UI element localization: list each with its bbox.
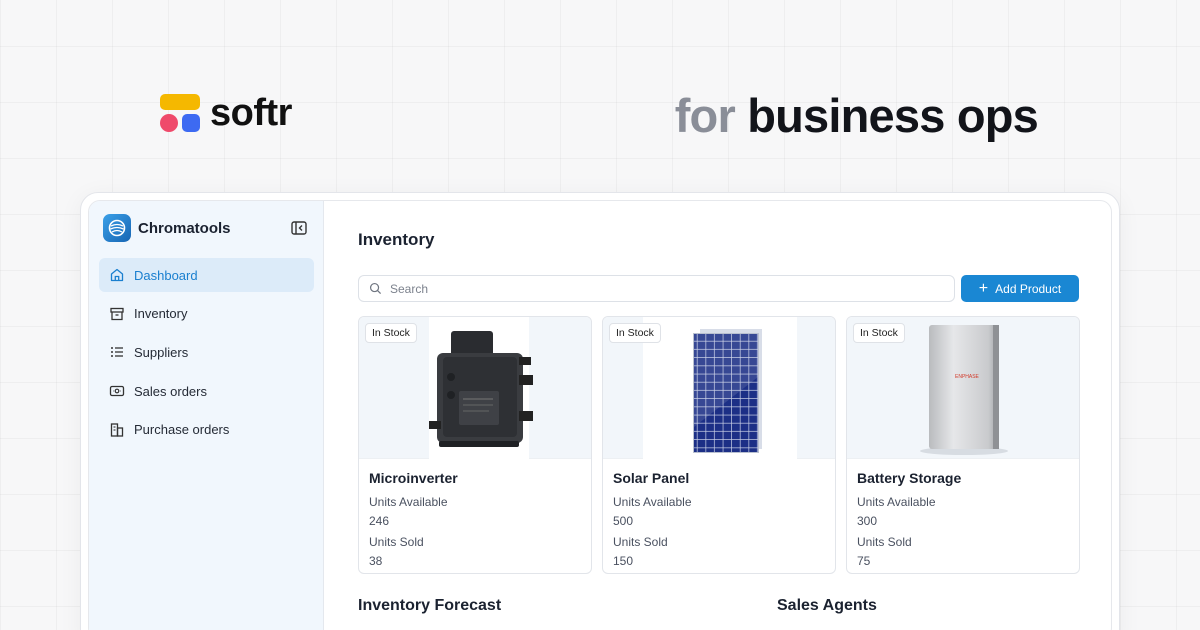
sidebar-item-inventory[interactable]: Inventory: [99, 297, 314, 331]
battery-image: ENPHASE In Stock: [847, 317, 1079, 459]
main-content: Inventory + Add Product: [324, 201, 1111, 630]
buildings-icon: [110, 423, 124, 437]
product-name: Battery Storage: [857, 470, 962, 486]
battery-brand-text: ENPHASE: [955, 374, 980, 380]
units-available-label: Units Available: [613, 495, 692, 509]
plus-icon: +: [978, 279, 989, 297]
units-sold-value: 150: [613, 554, 634, 568]
product-name: Solar Panel: [613, 470, 690, 486]
units-sold-value: 75: [857, 554, 871, 568]
app-name: Chromatools: [138, 219, 231, 237]
units-sold-value: 38: [369, 554, 383, 568]
units-available-value: 500: [613, 514, 634, 528]
softr-logo-icon: [160, 93, 200, 134]
sidebar-item-dashboard[interactable]: Dashboard: [99, 258, 314, 292]
add-product-label: Add Product: [995, 281, 1062, 296]
status-badge: In Stock: [853, 323, 905, 343]
app-window: Chromatools Dashboard Inventory Supplier…: [88, 200, 1112, 630]
tagline-prefix: for: [674, 89, 736, 142]
collapse-sidebar-icon[interactable]: [290, 219, 308, 237]
tagline: for business ops: [674, 88, 1039, 143]
units-available-value: 300: [857, 514, 878, 528]
product-name: Microinverter: [369, 470, 458, 486]
archive-icon: [110, 307, 124, 320]
tagline-main: business ops: [747, 89, 1039, 142]
units-sold-label: Units Sold: [369, 535, 424, 549]
microinverter-image: In Stock: [359, 317, 591, 459]
sidebar-item-label: Sales orders: [134, 383, 207, 399]
units-sold-label: Units Sold: [857, 535, 912, 549]
page-title: Inventory: [358, 230, 435, 249]
status-badge: In Stock: [609, 323, 661, 343]
solar-panel-image: In Stock: [603, 317, 835, 459]
product-card-microinverter[interactable]: In Stock Microinverter Units Available 2…: [358, 316, 592, 574]
home-icon: [110, 268, 124, 282]
sidebar-item-sales-orders[interactable]: Sales orders: [99, 374, 314, 408]
sidebar: Chromatools Dashboard Inventory Supplier…: [89, 201, 324, 630]
section-title-inventory-forecast: Inventory Forecast: [358, 597, 502, 614]
brand-name: softr: [210, 92, 292, 134]
search-box[interactable]: [358, 275, 955, 302]
softr-brand: softr: [160, 92, 292, 135]
sidebar-item-label: Suppliers: [134, 344, 189, 360]
status-badge: In Stock: [365, 323, 417, 343]
sidebar-item-label: Dashboard: [134, 267, 198, 283]
sidebar-item-purchase-orders[interactable]: Purchase orders: [99, 413, 314, 447]
receipt-icon: [109, 385, 125, 397]
chromatools-logo-icon: [103, 214, 131, 242]
product-card-solar-panel[interactable]: In Stock Solar Panel Units Available 500…: [602, 316, 836, 574]
units-sold-label: Units Sold: [613, 535, 668, 549]
app-brand[interactable]: Chromatools: [103, 214, 231, 242]
search-input[interactable]: [390, 281, 930, 296]
sidebar-item-label: Inventory: [134, 306, 188, 322]
units-available-label: Units Available: [369, 495, 448, 509]
product-card-battery-storage[interactable]: ENPHASE In Stock Battery Storage Units A…: [846, 316, 1080, 574]
list-icon: [111, 347, 123, 358]
search-icon: [369, 282, 382, 295]
add-product-button[interactable]: + Add Product: [961, 275, 1079, 302]
units-available-value: 246: [369, 514, 390, 528]
section-title-sales-agents: Sales Agents: [777, 597, 877, 614]
sidebar-item-label: Purchase orders: [134, 422, 230, 438]
units-available-label: Units Available: [857, 495, 936, 509]
sidebar-nav: Dashboard Inventory Suppliers Sales orde…: [99, 258, 314, 451]
sidebar-item-suppliers[interactable]: Suppliers: [99, 335, 314, 369]
